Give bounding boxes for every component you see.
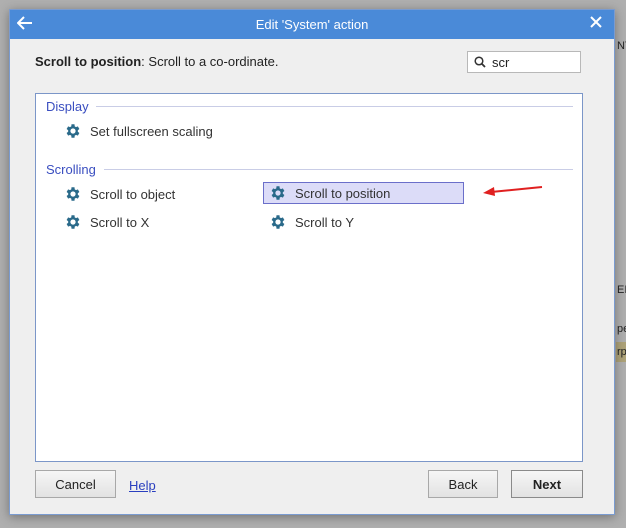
group-header-display: Display	[46, 99, 89, 114]
group-label: Scrolling	[46, 162, 96, 177]
gear-icon	[271, 186, 285, 200]
search-input[interactable]	[490, 53, 574, 71]
action-description: Scroll to position: Scroll to a co-ordin…	[35, 54, 278, 69]
group-label: Display	[46, 99, 89, 114]
annotation-arrow-icon	[483, 186, 543, 196]
cancel-button-label: Cancel	[55, 476, 96, 492]
arrow-left-icon[interactable]	[14, 13, 36, 35]
list-item-scroll-to-object[interactable]: Scroll to object	[64, 183, 175, 205]
list-item-label: Scroll to object	[90, 186, 176, 202]
list-item-scroll-to-position[interactable]: Scroll to position	[263, 182, 464, 204]
gear-icon	[271, 215, 285, 229]
list-item-label: Scroll to position	[295, 185, 391, 201]
action-list-panel[interactable]: Display Set fullscreen scaling Scrolling…	[35, 93, 583, 462]
cancel-button[interactable]: Cancel	[35, 470, 116, 498]
list-item-label: Set fullscreen scaling	[90, 123, 213, 139]
help-link[interactable]: Help	[129, 478, 156, 493]
action-summary: : Scroll to a co-ordinate.	[141, 54, 279, 69]
list-item-label: Scroll to X	[90, 214, 150, 230]
list-item-scroll-to-y[interactable]: Scroll to Y	[269, 211, 354, 233]
next-button[interactable]: Next	[511, 470, 583, 498]
gear-icon	[66, 124, 80, 138]
edit-action-dialog: Edit 'System' action Scroll to position:…	[9, 9, 615, 515]
group-header-scrolling: Scrolling	[46, 162, 96, 177]
back-button-label: Back	[448, 476, 478, 492]
back-button[interactable]: Back	[428, 470, 498, 498]
action-name: Scroll to position	[35, 54, 142, 69]
group-divider	[96, 106, 573, 107]
next-button-label: Next	[532, 476, 562, 492]
dialog-titlebar: Edit 'System' action	[10, 10, 614, 39]
gear-icon	[66, 215, 80, 229]
search-icon	[474, 56, 486, 68]
dialog-title: Edit 'System' action	[255, 17, 369, 32]
list-item-set-fullscreen-scaling[interactable]: Set fullscreen scaling	[64, 120, 213, 142]
gear-icon	[66, 187, 80, 201]
group-divider	[104, 169, 573, 170]
list-item-label: Scroll to Y	[295, 214, 355, 230]
close-icon[interactable]	[586, 13, 606, 35]
search-field[interactable]	[467, 51, 581, 73]
list-item-scroll-to-x[interactable]: Scroll to X	[64, 211, 149, 233]
